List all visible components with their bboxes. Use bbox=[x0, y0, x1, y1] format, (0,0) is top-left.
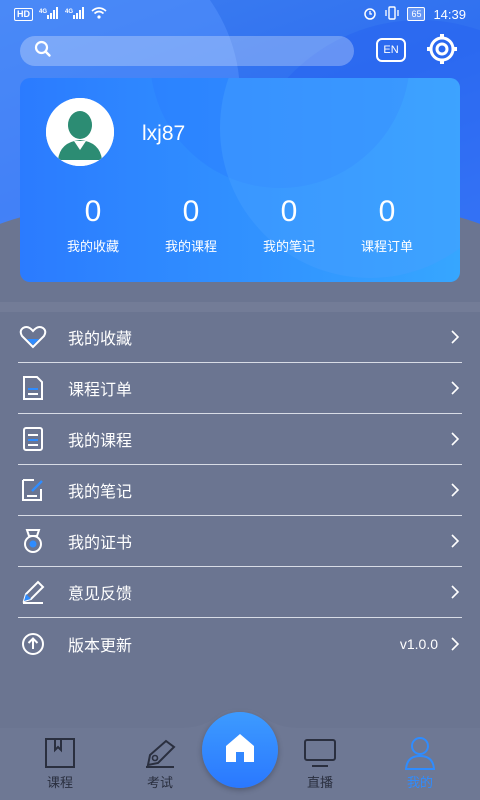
stat-value: 0 bbox=[378, 195, 396, 228]
gear-icon bbox=[426, 33, 458, 70]
stat-label: 我的课程 bbox=[164, 239, 217, 254]
stat-orders[interactable]: 0 课程订单 bbox=[338, 194, 436, 255]
menu-item-courses[interactable]: 我的课程 bbox=[18, 414, 462, 465]
stat-value: 0 bbox=[182, 195, 200, 228]
avatar[interactable] bbox=[46, 98, 114, 166]
stat-label: 我的收藏 bbox=[66, 239, 119, 254]
search-icon bbox=[34, 40, 52, 63]
version-number: v1.0.0 bbox=[399, 635, 438, 652]
stat-value: 0 bbox=[84, 195, 102, 228]
chevron-right-icon bbox=[448, 483, 462, 497]
order-icon bbox=[18, 373, 48, 403]
tab-mine[interactable]: 我的 bbox=[380, 734, 460, 791]
svg-text:4G: 4G bbox=[65, 9, 73, 15]
menu-label: 意见反馈 bbox=[68, 586, 133, 603]
chevron-right-icon bbox=[448, 381, 462, 395]
menu-label: 我的证书 bbox=[68, 535, 133, 552]
settings-button[interactable] bbox=[426, 33, 458, 70]
tab-live[interactable]: 直播 bbox=[280, 734, 360, 791]
wifi-icon bbox=[91, 6, 107, 22]
hd-badge: HD bbox=[14, 7, 33, 21]
pencil-icon bbox=[18, 577, 48, 607]
menu-label: 我的收藏 bbox=[68, 331, 133, 348]
stat-label: 我的笔记 bbox=[262, 239, 315, 254]
menu-item-version-update[interactable]: 版本更新 v1.0.0 bbox=[18, 618, 462, 669]
menu-item-favorites[interactable]: 我的收藏 bbox=[18, 312, 462, 363]
heart-icon bbox=[18, 322, 48, 352]
menu-label: 课程订单 bbox=[68, 382, 133, 399]
username: lxj87 bbox=[142, 122, 186, 145]
course-icon bbox=[18, 424, 48, 454]
clock-time: 14:39 bbox=[433, 6, 466, 22]
tab-label: 直播 bbox=[306, 775, 333, 790]
tab-exams[interactable]: 考试 bbox=[120, 734, 200, 791]
chevron-right-icon bbox=[448, 330, 462, 344]
signal-icon-1: 4G bbox=[39, 6, 59, 22]
home-button[interactable] bbox=[202, 712, 278, 788]
user-icon bbox=[380, 734, 460, 772]
note-icon bbox=[18, 475, 48, 505]
menu-label: 我的笔记 bbox=[68, 484, 133, 501]
stat-value: 0 bbox=[280, 195, 298, 228]
tab-label: 课程 bbox=[46, 775, 73, 790]
chevron-right-icon bbox=[448, 636, 462, 651]
menu-label: 版本更新 bbox=[68, 637, 133, 655]
tab-label: 我的 bbox=[406, 775, 433, 790]
menu-item-certificates[interactable]: 我的证书 bbox=[18, 516, 462, 567]
alarm-icon bbox=[363, 6, 377, 23]
tv-icon bbox=[280, 734, 360, 772]
vibrate-icon bbox=[385, 5, 400, 23]
tab-courses[interactable]: 课程 bbox=[20, 734, 100, 791]
menu-item-feedback[interactable]: 意见反馈 bbox=[18, 567, 462, 618]
chevron-right-icon bbox=[448, 534, 462, 548]
chevron-right-icon bbox=[448, 432, 462, 446]
stats-row: 0 我的收藏 0 我的课程 0 我的笔记 0 课程订单 bbox=[20, 194, 460, 255]
chevron-right-icon bbox=[448, 585, 462, 599]
svg-text:4G: 4G bbox=[39, 9, 47, 15]
status-bar: HD 4G 4G 65 14:39 bbox=[0, 0, 480, 28]
battery-indicator: 65 bbox=[407, 7, 426, 21]
profile-card: lxj87 0 我的收藏 0 我的课程 0 我的笔记 0 课程订单 bbox=[20, 78, 460, 282]
signal-icon-2: 4G bbox=[65, 6, 85, 22]
user-avatar-icon bbox=[46, 98, 114, 166]
search-input[interactable] bbox=[20, 36, 354, 66]
menu-item-orders[interactable]: 课程订单 bbox=[18, 363, 462, 414]
menu-item-notes[interactable]: 我的笔记 bbox=[18, 465, 462, 516]
pen-icon bbox=[120, 734, 200, 772]
stat-notes[interactable]: 0 我的笔记 bbox=[240, 194, 338, 255]
upload-icon bbox=[18, 629, 48, 659]
certificate-icon bbox=[18, 526, 48, 556]
stat-label: 课程订单 bbox=[360, 239, 413, 254]
book-icon bbox=[20, 734, 100, 772]
stat-favorites[interactable]: 0 我的收藏 bbox=[44, 194, 142, 255]
stat-courses[interactable]: 0 我的课程 bbox=[142, 194, 240, 255]
menu-list: 我的收藏 课程订单 我的课程 我的笔记 我的证书 意见反馈 版本更新 v1.0.… bbox=[0, 302, 480, 669]
tab-label: 考试 bbox=[146, 775, 173, 790]
language-toggle-button[interactable]: EN bbox=[376, 38, 406, 62]
home-icon bbox=[222, 731, 258, 770]
menu-label: 我的课程 bbox=[68, 433, 133, 450]
